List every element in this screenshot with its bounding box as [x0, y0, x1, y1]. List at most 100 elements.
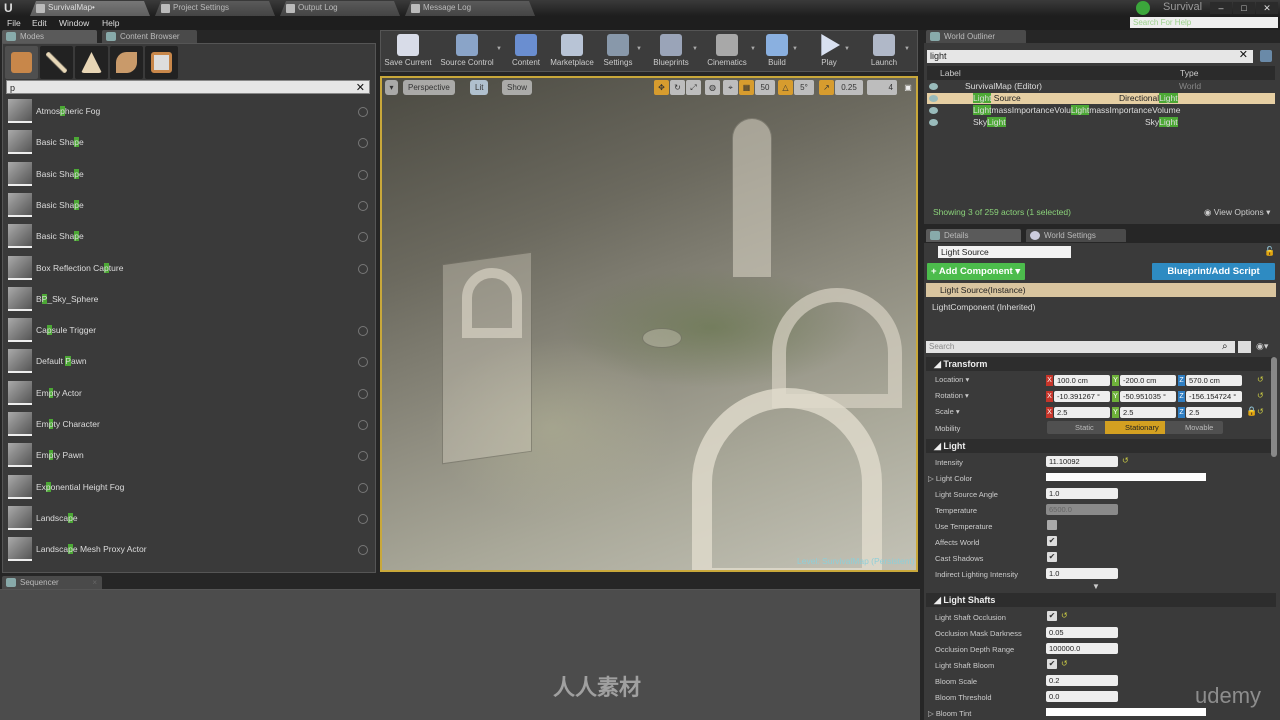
- cinematics-button[interactable]: Cinematics ▼: [704, 32, 756, 72]
- bloom-scale-field[interactable]: 0.2: [1046, 675, 1118, 686]
- place-actor-item[interactable]: Exponential Height Fog: [6, 473, 372, 504]
- build-button[interactable]: Build ▼: [762, 32, 798, 72]
- light-shaft-occlusion-checkbox[interactable]: ✔: [1047, 611, 1057, 621]
- level-viewport[interactable]: [380, 76, 918, 572]
- scale-snap-value[interactable]: 0.25: [835, 80, 863, 95]
- rotation-y-field[interactable]: -50.951035 °: [1120, 391, 1176, 402]
- place-actor-item[interactable]: Basic Shape: [6, 222, 372, 253]
- mobility-stationary-button[interactable]: Stationary: [1105, 421, 1165, 434]
- add-component-button[interactable]: + Add Component ▾: [927, 263, 1025, 280]
- info-icon[interactable]: [358, 451, 368, 462]
- outliner-row-lightmass-volume[interactable]: LightmassImportanceVoluLightmassImportan…: [927, 105, 1275, 116]
- info-icon[interactable]: [358, 357, 368, 368]
- column-label[interactable]: Label: [940, 66, 961, 80]
- rotation-z-field[interactable]: -156.154724 °: [1186, 391, 1242, 402]
- visibility-eye-icon[interactable]: [929, 83, 938, 90]
- dropdown-arrow-icon[interactable]: ▼: [636, 46, 642, 52]
- rotation-label[interactable]: Rotation ▾: [935, 391, 969, 400]
- camera-speed-button[interactable]: 4: [867, 80, 897, 95]
- rotation-x-field[interactable]: -10.391267 °: [1054, 391, 1110, 402]
- bloom-threshold-field[interactable]: 0.0: [1046, 691, 1118, 702]
- save-current-button[interactable]: Save Current: [384, 32, 432, 72]
- source-control-button[interactable]: Source Control ▼: [438, 32, 502, 72]
- translate-tool-icon[interactable]: ✥: [654, 80, 669, 95]
- doc-tab-project-settings[interactable]: Project Settings: [155, 1, 275, 16]
- place-actor-item[interactable]: Default Pawn: [6, 347, 372, 378]
- rotation-snap-value[interactable]: 5°: [794, 80, 814, 95]
- visibility-eye-icon[interactable]: [929, 95, 938, 102]
- place-actor-item[interactable]: Empty Pawn: [6, 441, 372, 472]
- info-icon[interactable]: [358, 513, 368, 524]
- scale-y-field[interactable]: 2.5: [1120, 407, 1176, 418]
- outliner-row-light-source[interactable]: Light Source DirectionalLight: [927, 93, 1275, 104]
- bloom-tint-swatch[interactable]: [1046, 708, 1206, 716]
- tab-sequencer[interactable]: Sequencer ×: [2, 576, 102, 589]
- landscape-mode-button[interactable]: [75, 46, 108, 79]
- doc-tab-survivalmap[interactable]: SurvivalMap•: [30, 1, 150, 16]
- content-button[interactable]: Content: [508, 32, 544, 72]
- info-icon[interactable]: [358, 200, 368, 211]
- reset-scale-icon[interactable]: ↺: [1257, 407, 1264, 416]
- close-tab-icon[interactable]: ×: [92, 576, 97, 589]
- menu-help[interactable]: Help: [102, 16, 119, 30]
- cast-shadows-checkbox[interactable]: ✔: [1047, 552, 1057, 562]
- perspective-button[interactable]: Perspective: [403, 80, 455, 95]
- place-search-input[interactable]: p ✕: [6, 80, 370, 94]
- info-icon[interactable]: [358, 169, 368, 180]
- place-actor-item[interactable]: Empty Actor: [6, 379, 372, 410]
- place-actor-item[interactable]: BP_Sky_Sphere: [6, 285, 372, 316]
- menu-edit[interactable]: Edit: [32, 16, 47, 30]
- blueprints-button[interactable]: Blueprints ▼: [650, 32, 698, 72]
- info-icon[interactable]: [358, 545, 368, 556]
- help-search-input[interactable]: Search For Help: [1130, 17, 1278, 28]
- info-icon[interactable]: [358, 232, 368, 243]
- world-space-icon[interactable]: ◍: [705, 80, 720, 95]
- component-instance-row[interactable]: Light Source(Instance): [926, 283, 1276, 297]
- blueprint-add-script-button[interactable]: Blueprint/Add Script: [1152, 263, 1275, 280]
- source-angle-field[interactable]: 1.0: [1046, 488, 1118, 499]
- dropdown-arrow-icon[interactable]: ▼: [692, 46, 698, 52]
- light-shaft-bloom-checkbox[interactable]: ✔: [1047, 659, 1057, 669]
- reset-occlusion-icon[interactable]: ↺: [1061, 611, 1068, 620]
- component-inherited-row[interactable]: LightComponent (Inherited): [932, 302, 1035, 312]
- foliage-mode-button[interactable]: [110, 46, 143, 79]
- category-light-shafts[interactable]: ◢ Light Shafts: [926, 593, 1276, 607]
- location-z-field[interactable]: 570.0 cm: [1186, 375, 1242, 386]
- mobility-movable-button[interactable]: Movable: [1165, 421, 1223, 434]
- scale-tool-icon[interactable]: ⤢: [686, 80, 701, 95]
- geometry-mode-button[interactable]: [145, 46, 178, 79]
- place-actor-item[interactable]: Landscape: [6, 504, 372, 535]
- indirect-intensity-field[interactable]: 1.0: [1046, 568, 1118, 579]
- intensity-field[interactable]: 11.10092: [1046, 456, 1118, 467]
- scale-x-field[interactable]: 2.5: [1054, 407, 1110, 418]
- settings-button[interactable]: Settings ▼: [600, 32, 642, 72]
- place-actor-item[interactable]: Capsule Trigger: [6, 316, 372, 347]
- dropdown-arrow-icon[interactable]: ▼: [750, 46, 756, 52]
- tab-content-browser[interactable]: Content Browser: [102, 30, 197, 43]
- place-actor-item[interactable]: Basic Shape: [6, 128, 372, 159]
- reset-location-icon[interactable]: ↺: [1257, 375, 1264, 384]
- place-actor-item[interactable]: Atmospheric Fog: [6, 97, 372, 128]
- scale-z-field[interactable]: 2.5: [1186, 407, 1242, 418]
- surface-snap-icon[interactable]: ⌖: [723, 80, 738, 95]
- details-search-input[interactable]: Search: [926, 341, 1235, 353]
- use-temperature-checkbox[interactable]: [1047, 520, 1057, 530]
- viewport-options-button[interactable]: ▾: [385, 80, 398, 95]
- paint-mode-button[interactable]: [40, 46, 73, 79]
- expand-advanced-icon[interactable]: ▼: [1092, 582, 1100, 591]
- dropdown-arrow-icon[interactable]: ▼: [496, 46, 502, 52]
- column-type[interactable]: Type: [1180, 66, 1198, 80]
- launch-button[interactable]: Launch ▼: [864, 32, 910, 72]
- tab-world-outliner[interactable]: World Outliner: [926, 30, 1026, 43]
- create-folder-icon[interactable]: [1260, 50, 1272, 62]
- place-actor-item[interactable]: Landscape Mesh Proxy Actor: [6, 535, 372, 566]
- clear-search-icon[interactable]: ✕: [1239, 49, 1248, 62]
- place-mode-button[interactable]: [5, 46, 38, 79]
- rotate-tool-icon[interactable]: ↻: [670, 80, 685, 95]
- reset-intensity-icon[interactable]: ↺: [1122, 456, 1129, 465]
- lit-button[interactable]: Lit: [470, 80, 489, 95]
- reset-rotation-icon[interactable]: ↺: [1257, 391, 1264, 400]
- dropdown-arrow-icon[interactable]: ▼: [844, 46, 850, 52]
- outliner-search-input[interactable]: light ✕: [927, 49, 1253, 63]
- play-button[interactable]: Play ▼: [814, 32, 850, 72]
